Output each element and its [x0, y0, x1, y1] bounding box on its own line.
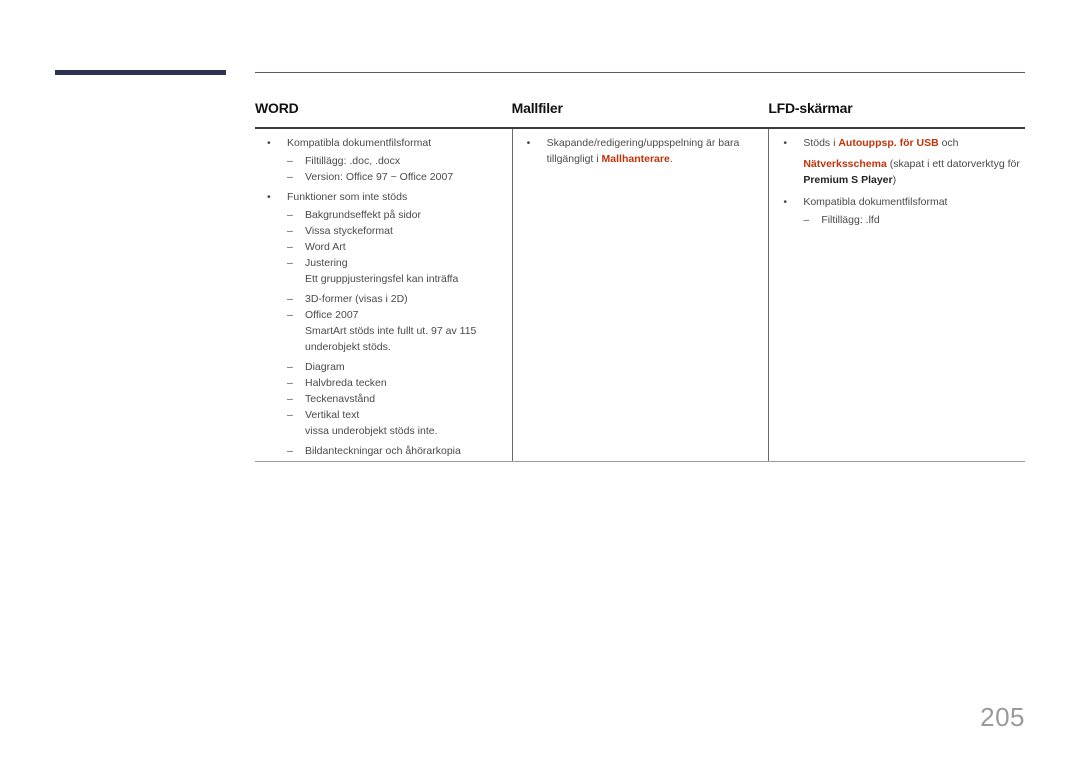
dash-icon: – — [287, 225, 293, 237]
sub-item-note: SmartArt stöds inte fullt ut. 97 av 115 — [305, 325, 477, 337]
sub-item: – Justering — [287, 257, 348, 269]
dash-icon: – — [287, 155, 293, 167]
sub-item: – Teckenavstånd — [287, 393, 376, 405]
sub-item: – Filtillägg: .lfd — [803, 214, 880, 226]
table-header: WORD Mallfiler LFD-skärmar — [255, 96, 1025, 129]
sub-item: – Version: Office 97 ~ Office 2007 — [287, 171, 454, 183]
dash-icon: – — [287, 393, 293, 405]
natverksschema-term: Nätverksschema — [803, 158, 887, 170]
sub-item: –3D-former (visas i 2D) — [287, 293, 408, 305]
sub-item-note: vissa underobjekt stöds inte. — [305, 425, 438, 437]
bullet-icon: • — [783, 137, 787, 149]
dash-icon: – — [287, 309, 293, 321]
sub-item: – Filtillägg: .doc, .docx — [287, 155, 401, 167]
sub-item: – Office 2007 — [287, 309, 359, 321]
sub-item: – Word Art — [287, 241, 346, 253]
dash-icon: – — [287, 171, 293, 183]
cell-mallfiler: • Skapande/redigering/uppspelning är bar… — [511, 129, 769, 461]
autouppsp-term: Autouppsp. för USB — [838, 137, 939, 149]
sub-item: – Vertikal text — [287, 409, 360, 421]
dash-icon: – — [287, 241, 293, 253]
list-item: • Skapande/redigering/uppspelning är bar… — [526, 137, 740, 165]
list-item: • Stöds i Autouppsp. för USB och Nätverk… — [783, 137, 1020, 186]
dash-icon: – — [287, 445, 293, 457]
header-mallfiler: Mallfiler — [511, 100, 563, 116]
table-body: • Kompatibla dokumentfilsformat – Filtillä… — [255, 129, 1025, 462]
header-word: WORD — [255, 100, 299, 116]
section-marker-bar — [55, 70, 226, 75]
sub-item: – Bildanteckningar och åhörarkopia — [287, 445, 461, 457]
page-number: 205 — [980, 702, 1025, 732]
sub-item: – Diagram — [287, 361, 345, 373]
sub-item: – Vissa styckeformat — [287, 225, 393, 237]
sub-item: – Bakgrundseffekt på sidor — [287, 209, 421, 221]
sub-item-note: Ett gruppjusteringsfel kan inträffa — [305, 273, 459, 285]
bullet-icon: • — [783, 196, 787, 208]
bullet-icon: • — [267, 137, 271, 149]
dash-icon: – — [287, 209, 293, 221]
header-lfd: LFD-skärmar — [768, 100, 853, 116]
sub-item: – Halvbreda tecken — [287, 377, 387, 389]
dash-icon: – — [287, 293, 293, 305]
sub-item-note: underobjekt stöds. — [305, 341, 391, 353]
list-item: • Funktioner som inte stöds — [267, 191, 408, 203]
bullet-icon: • — [267, 191, 271, 203]
compatibility-table: WORD Mallfiler LFD-skärmar • Kompatibla d… — [255, 96, 1025, 462]
dash-icon: – — [287, 257, 293, 269]
cell-word: • Kompatibla dokumentfilsformat – Filtillä… — [255, 129, 512, 461]
mallhanterare-term: Mallhanterare — [601, 153, 670, 165]
dash-icon: – — [287, 409, 293, 421]
dash-icon: – — [287, 361, 293, 373]
bullet-icon: • — [526, 137, 531, 149]
dash-icon: – — [287, 377, 293, 389]
dash-icon: – — [803, 214, 810, 226]
list-item: • Kompatibla dokumentfilsformat — [267, 137, 432, 149]
top-rule — [255, 72, 1025, 73]
list-item: • Kompatibla dokumentfilsformat — [783, 196, 948, 208]
cell-lfd: • Stöds i Autouppsp. för USB och Nätverk… — [768, 129, 1025, 461]
premium-s-player-term: Premium S Player — [803, 174, 893, 186]
